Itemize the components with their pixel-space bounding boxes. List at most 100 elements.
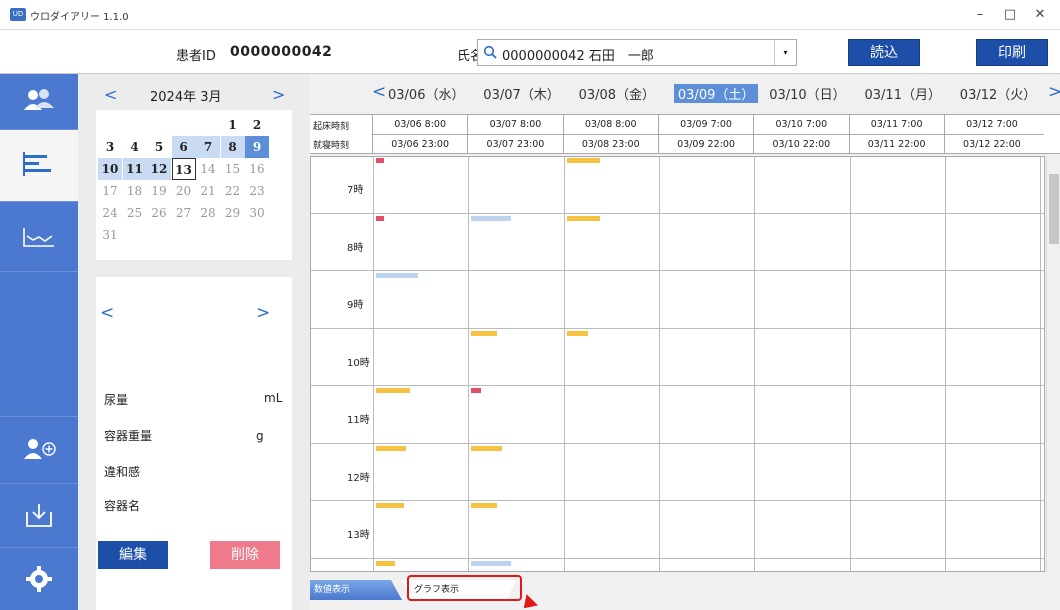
voiding-entry-bar[interactable] [471,388,481,393]
wake-time-label: 起床時刻 [313,122,350,132]
calendar-day[interactable]: 19 [147,180,171,202]
prev-month-button[interactable]: < [104,85,117,104]
delete-button[interactable]: 削除 [210,541,280,569]
calendar-day[interactable]: 16 [245,158,269,180]
grid-hour-line [311,442,1044,444]
next-record-button[interactable]: > [256,303,270,323]
calendar-day[interactable]: 3 [98,136,122,158]
calendar-day[interactable]: 2 [245,114,269,136]
calendar-day[interactable]: 1 [221,114,245,136]
voiding-entry-bar[interactable] [376,215,384,221]
scrollbar-thumb[interactable] [1049,174,1059,244]
voiding-entry-bar[interactable] [376,445,407,451]
voiding-entry-bar[interactable] [376,158,384,163]
calendar-day[interactable]: 27 [172,202,196,224]
day-column-header[interactable]: 03/09（土） [673,84,759,103]
prev-week-button[interactable]: < [372,82,386,102]
chevron-down-icon[interactable]: ▾ [774,40,796,65]
grid-hour-line [311,385,1044,386]
patient-id-label: 患者ID [176,49,216,64]
voiding-entry-bar[interactable] [566,330,588,336]
day-column-header[interactable]: 03/07（木） [483,84,559,103]
maximize-button[interactable]: □ [996,5,1024,25]
calendar-day[interactable]: 17 [98,180,122,202]
grid-hour-line [311,327,1044,329]
voiding-entry-bar[interactable] [471,560,512,566]
hour-label: 10時 [347,357,370,369]
voiding-entry-bar[interactable] [471,215,512,221]
edit-button[interactable]: 編集 [98,541,168,569]
calendar-day[interactable]: 10 [98,158,122,180]
minimize-button[interactable]: – [966,5,994,25]
grid-column-line [373,157,374,571]
discomfort-label: 違和感 [104,465,141,479]
voiding-entry-bar[interactable] [376,273,418,278]
grid-column-line [1040,157,1042,571]
day-column-header[interactable]: 03/06（水） [388,84,464,103]
sidebar-item-trend[interactable] [0,202,78,272]
day-column-header[interactable]: 03/11（月） [865,84,941,103]
calendar-day[interactable]: 5 [147,136,171,158]
day-column-header[interactable]: 03/10（日） [769,84,845,103]
next-week-button[interactable]: > [1048,82,1060,102]
day-column-header[interactable]: 03/08（金） [579,84,655,103]
voiding-entry-bar[interactable] [471,503,498,508]
voiding-entry-bar[interactable] [376,560,396,566]
print-button[interactable]: 印刷 [976,39,1048,66]
calendar-day[interactable]: 13 [171,158,196,180]
voiding-entry-bar[interactable] [566,158,600,163]
calendar-day[interactable]: 29 [221,202,245,224]
calendar-day[interactable]: 7 [196,136,220,158]
calendar-day[interactable]: 9 [245,136,269,158]
download-tray-icon [26,504,52,527]
diary-grid-area: < > 03/06（水） 03/07（木） 03/08（金） 03/09（土） 03/1… [310,74,1060,610]
calendar-day[interactable]: 22 [221,180,245,202]
tab-numeric-view[interactable]: 数値表示 [310,580,402,600]
calendar-week-row: 31 [96,224,292,246]
sleep-time-cell: 03/10 22:00 [753,135,848,154]
container-weight-label: 容器重量 [104,429,153,443]
calendar-week-row: 24 25 26 27 28 29 30 [96,202,292,224]
voiding-entry-bar[interactable] [566,215,600,221]
voiding-entry-bar[interactable] [471,445,502,451]
calendar-day[interactable]: 6 [171,136,196,158]
calendar-day[interactable]: 26 [147,202,171,224]
add-user-icon [24,439,56,459]
calendar-day[interactable]: 15 [221,158,245,180]
calendar-day[interactable]: 11 [122,158,147,180]
calendar-day[interactable]: 24 [98,202,122,224]
vertical-scrollbar[interactable] [1046,156,1060,572]
patient-name-select[interactable]: 0000000042 石田 一郎 ▾ [477,39,797,66]
gear-icon [26,566,52,592]
sidebar-item-import[interactable] [0,484,78,548]
wake-time-cell: 03/12 7:00 [943,115,1039,134]
calendar-day[interactable]: 4 [123,136,147,158]
voiding-entry-bar[interactable] [376,388,411,393]
calendar-day[interactable]: 18 [123,180,147,202]
close-button[interactable]: ✕ [1026,5,1054,25]
calendar-day[interactable]: 25 [123,202,147,224]
wake-time-cell: 03/10 7:00 [753,115,848,134]
calendar-day[interactable]: 20 [172,180,196,202]
calendar-day[interactable]: 12 [147,158,171,180]
calendar-day[interactable]: 31 [98,224,122,246]
wake-time-cell: 03/11 7:00 [848,115,944,134]
next-month-button[interactable]: > [272,85,285,104]
calendar-day[interactable]: 30 [245,202,269,224]
search-icon [483,45,497,59]
sidebar-item-chart[interactable] [0,130,78,202]
calendar-day[interactable]: 21 [196,180,220,202]
sidebar-item-settings[interactable] [0,548,78,610]
calendar-day[interactable]: 23 [245,180,269,202]
voiding-entry-bar[interactable] [471,330,498,336]
calendar-day[interactable]: 8 [220,136,245,158]
load-button[interactable]: 読込 [848,39,920,66]
sleep-time-cell: 03/09 22:00 [657,135,753,154]
day-column-header[interactable]: 03/12（火） [960,84,1036,103]
prev-record-button[interactable]: < [100,303,114,323]
calendar-day[interactable]: 14 [196,158,220,180]
sidebar-item-add-patient[interactable] [0,416,78,484]
calendar-day[interactable]: 28 [196,202,220,224]
voiding-entry-bar[interactable] [376,503,404,508]
sidebar-item-patients[interactable] [0,74,78,130]
